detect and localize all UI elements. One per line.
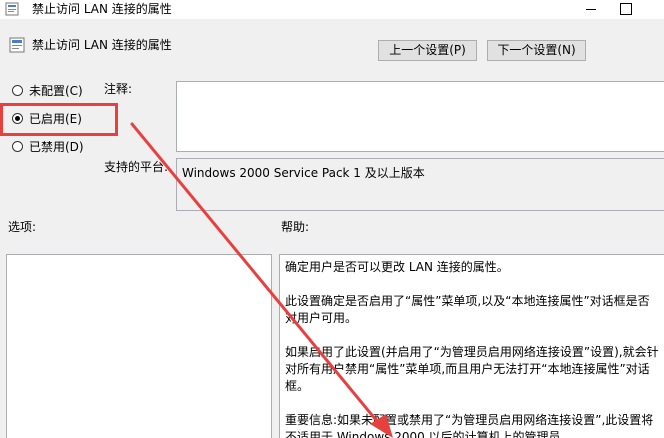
previous-setting-button[interactable]: 上一个设置(P) <box>378 40 477 61</box>
maximize-button[interactable] <box>614 0 660 19</box>
maximize-icon <box>620 3 632 15</box>
window-title: 禁止访问 LAN 连接的属性 <box>32 2 172 16</box>
minimize-icon <box>586 9 596 10</box>
minimize-button[interactable] <box>568 0 614 19</box>
help-paragraph: 此设置确定是否启用了“属性”菜单项,以及“本地连接属性”对话框是否对用户可用。 <box>285 294 650 325</box>
help-paragraph: 确定用户是否可以更改 LAN 连接的属性。 <box>285 260 509 274</box>
help-paragraph: 如果启用了此设置(并启用了“为管理员启用网络连接设置”设置),就会针对所有用户禁… <box>285 345 659 393</box>
policy-settings-icon <box>9 37 25 53</box>
radio-label: 未配置(C) <box>29 84 83 98</box>
radio-label: 已禁用(D) <box>29 140 84 154</box>
policy-settings-icon <box>5 2 19 16</box>
help-paragraph: 重要信息:如果未配置或禁用了“为管理员启用网络连接设置”,此设置将不适用于 Wi… <box>285 413 654 438</box>
radio-button[interactable] <box>12 85 23 96</box>
options-label: 选项: <box>8 220 37 234</box>
annotation-highlight-box <box>0 103 118 136</box>
options-panel <box>6 254 272 438</box>
platform-label: 支持的平台: <box>104 160 169 174</box>
platform-field: Windows 2000 Service Pack 1 及以上版本 <box>176 158 664 211</box>
setting-title: 禁止访问 LAN 连接的属性 <box>32 38 172 52</box>
next-setting-button[interactable]: 下一个设置(N) <box>487 40 586 61</box>
comment-textarea[interactable] <box>176 81 664 152</box>
help-panel: 确定用户是否可以更改 LAN 连接的属性。 此设置确定是否启用了“属性”菜单项,… <box>279 254 664 438</box>
radio-button[interactable] <box>12 141 23 152</box>
comment-label: 注释: <box>104 82 133 96</box>
help-label: 帮助: <box>281 220 310 234</box>
title-bar: 禁止访问 LAN 连接的属性 <box>0 0 664 19</box>
platform-value: Windows 2000 Service Pack 1 及以上版本 <box>182 166 425 180</box>
